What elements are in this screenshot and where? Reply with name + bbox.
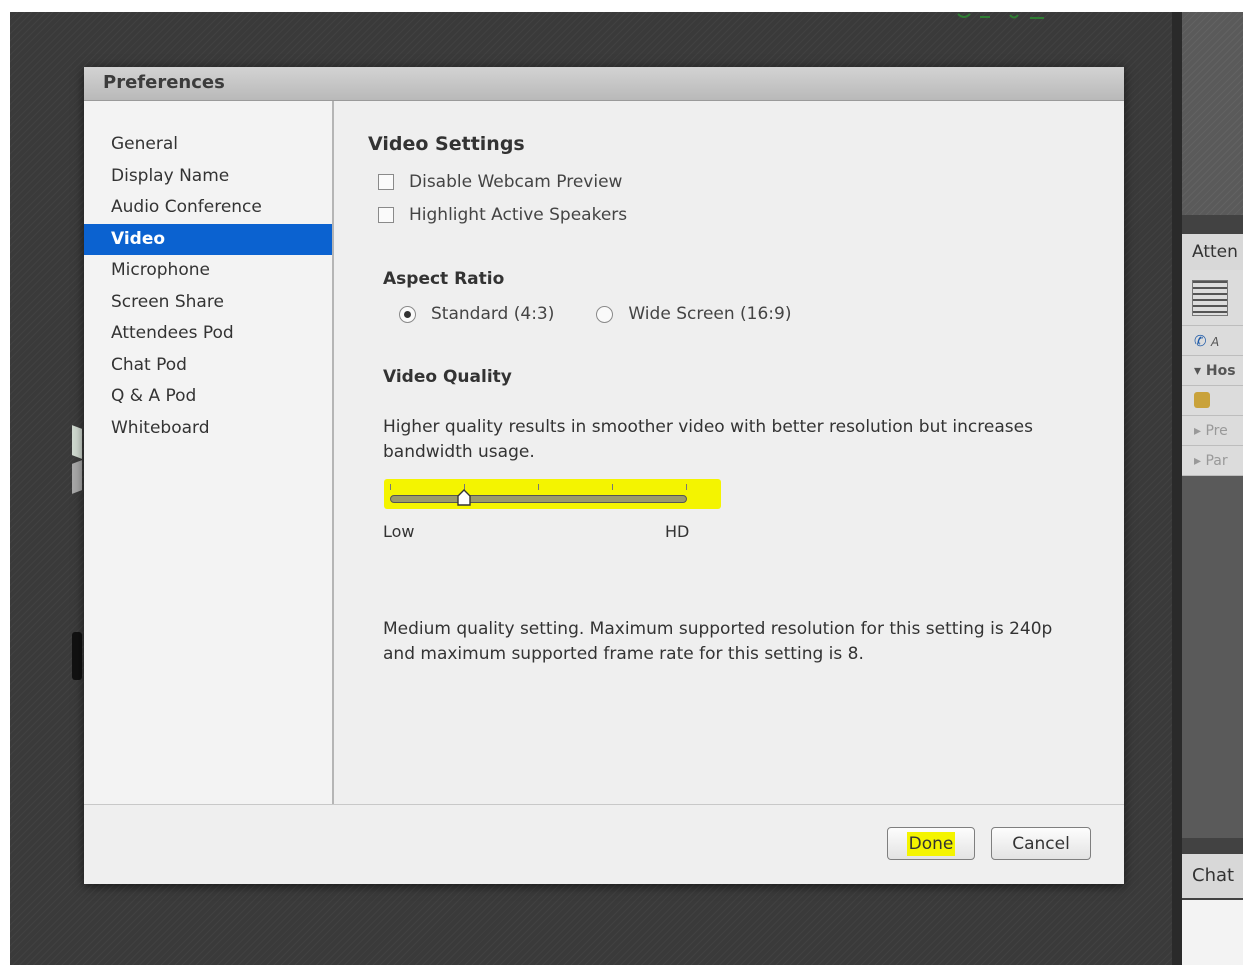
- aspect-ratio-heading: Aspect Ratio: [383, 269, 505, 289]
- phone-icon: ✆: [1194, 332, 1207, 350]
- dialog-title: Preferences: [103, 72, 225, 93]
- video-pod: [1182, 12, 1243, 215]
- background-fragment: [72, 632, 82, 680]
- widescreen-aspect-radio[interactable]: [596, 305, 614, 323]
- sidebar-item-chat-pod[interactable]: Chat Pod: [84, 350, 332, 381]
- video-quality-description: Higher quality results in smoother video…: [383, 417, 1033, 462]
- dialog-titlebar[interactable]: Preferences: [84, 67, 1124, 101]
- sidebar-item-screen-share[interactable]: Screen Share: [84, 287, 332, 318]
- sidebar-item-whiteboard[interactable]: Whiteboard: [84, 413, 332, 444]
- slider-max-label: HD: [665, 522, 690, 541]
- audio-row[interactable]: ✆ A: [1182, 326, 1243, 356]
- attendees-toolbar: [1182, 270, 1243, 326]
- highlight-active-speakers-label: Highlight Active Speakers: [409, 205, 628, 225]
- host-group-row[interactable]: ▾ Hos: [1182, 356, 1243, 386]
- video-quality-slider[interactable]: Low HD: [383, 476, 721, 546]
- sidebar-item-general[interactable]: General: [84, 129, 332, 160]
- cancel-button[interactable]: Cancel: [991, 827, 1091, 860]
- background-fragment: [72, 425, 82, 459]
- sidebar-item-audio-conference[interactable]: Audio Conference: [84, 192, 332, 223]
- host-user-row[interactable]: [1182, 386, 1243, 416]
- user-icon: [1194, 392, 1210, 408]
- audio-row-label: A: [1211, 335, 1220, 349]
- video-settings-heading: Video Settings: [368, 133, 525, 155]
- slider-tick: [686, 484, 687, 490]
- slider-tick: [390, 484, 391, 490]
- sidebar-item-qa-pod[interactable]: Q & A Pod: [84, 381, 332, 412]
- disable-webcam-preview-option[interactable]: Disable Webcam Preview: [378, 171, 622, 193]
- meeting-side-panel: Atten ✆ A ▾ Hos ▸ Pre ▸ Par Chat: [1182, 12, 1243, 965]
- attendees-list-area: [1182, 476, 1243, 838]
- chat-pod-header: Chat: [1182, 854, 1243, 898]
- highlight-active-speakers-checkbox[interactable]: [378, 207, 394, 223]
- slider-tick: [612, 484, 613, 490]
- presenters-group-row[interactable]: ▸ Pre: [1182, 416, 1243, 446]
- chat-pod-body: [1182, 900, 1243, 965]
- done-button[interactable]: Done: [887, 827, 975, 860]
- participants-group-row[interactable]: ▸ Par: [1182, 446, 1243, 476]
- top-decoration: [950, 12, 1090, 24]
- slider-tick: [538, 484, 539, 490]
- dialog-footer: Done Cancel: [84, 804, 1124, 884]
- panel-divider: [1172, 12, 1182, 965]
- video-quality-heading: Video Quality: [383, 367, 512, 387]
- highlight-active-speakers-option[interactable]: Highlight Active Speakers: [378, 204, 627, 226]
- video-settings-panel: Video Settings Disable Webcam Preview Hi…: [334, 101, 1124, 804]
- slider-min-label: Low: [383, 522, 415, 541]
- slider-highlight: [384, 479, 721, 509]
- slider-thumb[interactable]: [457, 489, 471, 506]
- attendees-pod-header: Atten: [1182, 234, 1243, 270]
- preferences-sidebar: General Display Name Audio Conference Vi…: [84, 101, 334, 804]
- disable-webcam-preview-label: Disable Webcam Preview: [409, 172, 623, 192]
- sidebar-item-attendees-pod[interactable]: Attendees Pod: [84, 318, 332, 349]
- sidebar-item-microphone[interactable]: Microphone: [84, 255, 332, 286]
- done-button-label: Done: [906, 831, 956, 856]
- aspect-ratio-options: Standard (4:3) Wide Screen (16:9): [399, 303, 833, 325]
- standard-aspect-label[interactable]: Standard (4:3): [431, 304, 554, 324]
- background-fragment: [72, 460, 82, 494]
- standard-aspect-radio[interactable]: [399, 305, 416, 323]
- disable-webcam-preview-checkbox[interactable]: [378, 174, 394, 190]
- sidebar-item-video[interactable]: Video: [84, 224, 332, 255]
- slider-track[interactable]: [390, 495, 687, 503]
- widescreen-aspect-label[interactable]: Wide Screen (16:9): [628, 304, 791, 324]
- video-quality-status: Medium quality setting. Maximum supporte…: [383, 619, 1053, 664]
- list-icon[interactable]: [1192, 280, 1228, 316]
- sidebar-item-display-name[interactable]: Display Name: [84, 161, 332, 192]
- preferences-dialog: Preferences General Display Name Audio C…: [84, 67, 1124, 884]
